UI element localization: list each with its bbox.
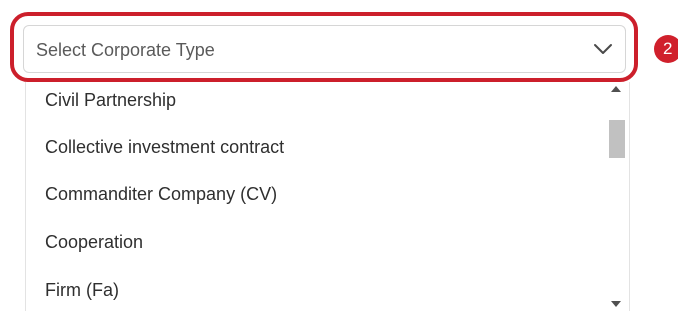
option-civil-partnership[interactable]: Civil Partnership (26, 82, 604, 124)
triangle-down-icon (611, 301, 621, 307)
triangle-up-icon (611, 86, 621, 92)
chevron-down-icon[interactable] (593, 41, 613, 57)
select-placeholder: Select Corporate Type (36, 40, 215, 60)
option-cooperation[interactable]: Cooperation (26, 218, 604, 266)
scroll-thumb[interactable] (609, 120, 625, 158)
scroll-down-button[interactable] (603, 297, 629, 311)
option-collective-investment-contract[interactable]: Collective investment contract (26, 123, 604, 171)
scrollbar[interactable] (603, 82, 629, 311)
corporate-type-select[interactable]: Select Corporate Type (23, 25, 626, 73)
dropdown-list[interactable]: Civil Partnership Collective investment … (25, 82, 630, 311)
option-commanditer-company[interactable]: Commanditer Company (CV) (26, 170, 604, 218)
scroll-up-button[interactable] (603, 82, 629, 96)
step-badge: 2 (654, 35, 678, 63)
option-firm[interactable]: Firm (Fa) (26, 266, 604, 311)
